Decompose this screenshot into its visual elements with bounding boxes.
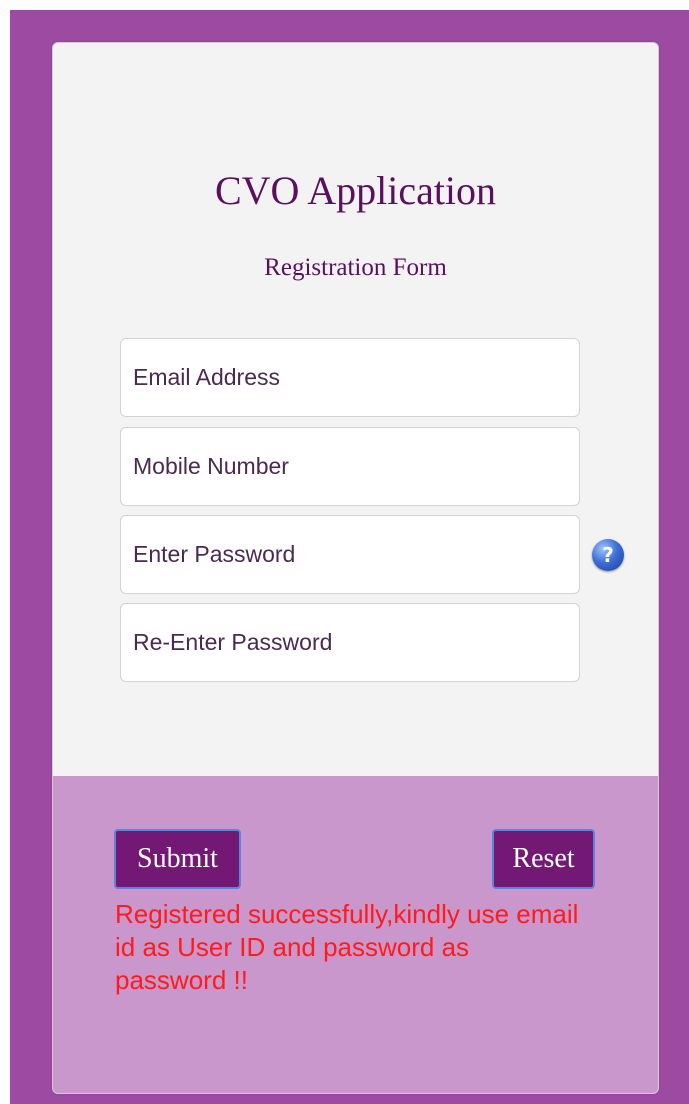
question-circle-icon[interactable]: ? (592, 539, 624, 571)
password-field[interactable] (120, 515, 580, 594)
reset-button[interactable]: Reset (492, 829, 595, 889)
registration-status-message: Registered successfully,kindly use email… (115, 899, 579, 995)
email-field[interactable] (120, 338, 580, 417)
app-title: CVO Application (214, 168, 497, 213)
mobile-number-field[interactable] (120, 427, 580, 506)
submit-button[interactable]: Submit (114, 829, 241, 889)
reenter-password-field[interactable] (120, 603, 580, 682)
form-subtitle: Registration Form (264, 254, 447, 281)
